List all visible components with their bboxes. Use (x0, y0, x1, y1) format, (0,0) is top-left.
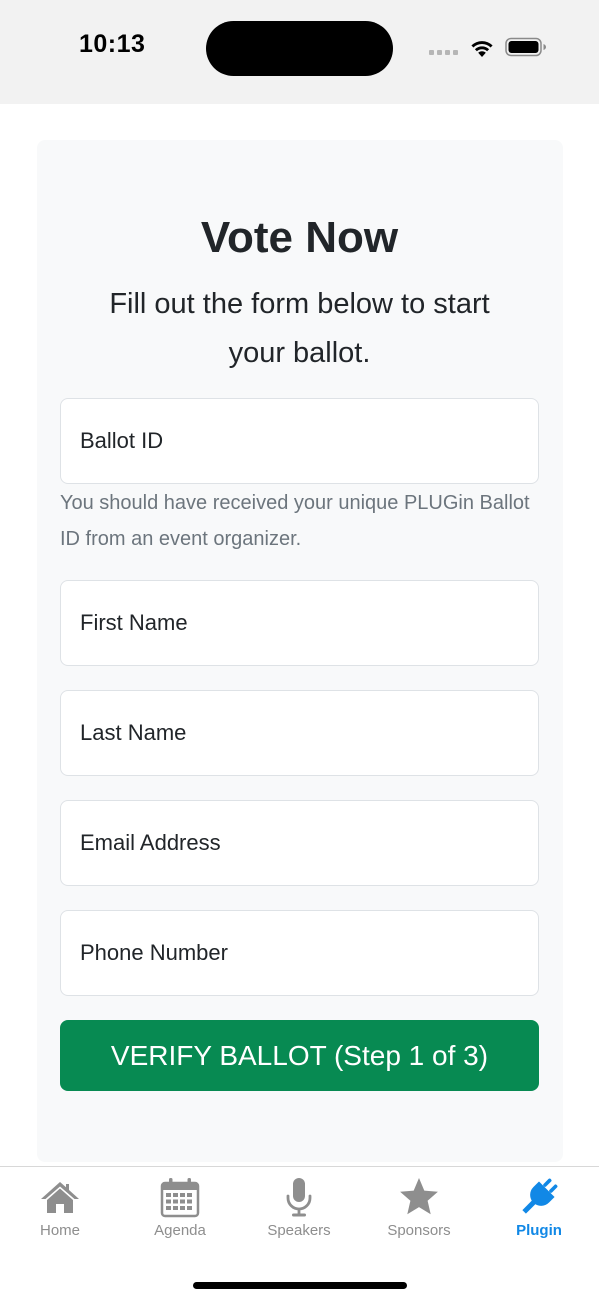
battery-icon (505, 37, 546, 57)
dynamic-island (206, 21, 393, 76)
tab-speakers-label: Speakers (267, 1222, 331, 1239)
wifi-icon (471, 41, 493, 57)
star-icon (400, 1178, 438, 1215)
verify-ballot-button[interactable]: VERIFY BALLOT (Step 1 of 3) (60, 1020, 539, 1091)
cellular-signal-icon (429, 50, 458, 55)
calendar-icon (160, 1178, 200, 1218)
microphone-icon (286, 1178, 312, 1217)
house-icon (41, 1182, 79, 1213)
plug-icon (522, 1178, 558, 1214)
tab-home[interactable]: Home (0, 1175, 120, 1245)
tab-plugin[interactable]: Plugin (479, 1175, 599, 1245)
tab-sponsors[interactable]: Sponsors (359, 1175, 479, 1245)
status-bar: 10:13 (0, 0, 599, 104)
tab-bar: Home Agenda Speakers Sponsors Plugin (0, 1166, 599, 1301)
email-input[interactable] (60, 800, 539, 886)
tab-sponsors-label: Sponsors (387, 1222, 451, 1239)
tab-agenda[interactable]: Agenda (120, 1175, 240, 1245)
first-name-input[interactable] (60, 580, 539, 666)
tab-agenda-label: Agenda (154, 1222, 206, 1239)
page-subtitle: Fill out the form below to start your ba… (109, 288, 490, 369)
last-name-input[interactable] (60, 690, 539, 776)
home-indicator[interactable] (193, 1282, 407, 1289)
page-title: Vote Now (200, 213, 399, 262)
ballot-id-input[interactable] (60, 398, 539, 484)
tab-plugin-label: Plugin (516, 1222, 562, 1239)
status-time: 10:13 (79, 30, 146, 58)
phone-input[interactable] (60, 910, 539, 996)
tab-speakers[interactable]: Speakers (239, 1175, 359, 1245)
tab-home-label: Home (39, 1222, 80, 1239)
ballot-id-help-text: You should have received your unique PLU… (60, 492, 530, 550)
